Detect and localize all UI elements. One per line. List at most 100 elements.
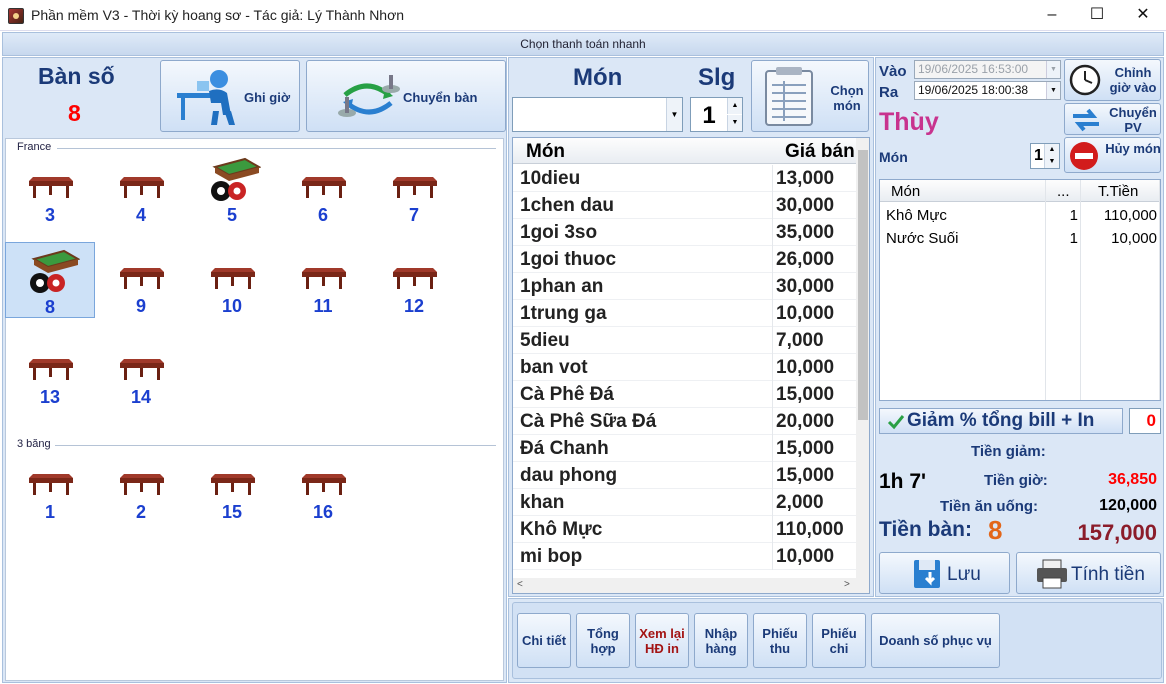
order-list[interactable]: Món ... T.Tiền Khô Mực 1 110,000 Nước Suối 1… [879,179,1161,401]
table-8[interactable]: 8 [5,242,95,318]
menu-row[interactable]: Đá Chanh 15,000 [513,435,856,462]
no-entry-icon [1070,142,1098,170]
menu-item-price: 13,000 [776,168,835,189]
table-3[interactable]: 3 [5,151,95,227]
table-14[interactable]: 14 [96,333,186,409]
item-qty-stepper[interactable]: 1 ▲ ▼ [1030,143,1060,169]
column-divider [772,300,773,327]
menu-row[interactable]: dau phong 15,000 [513,462,856,489]
time-in-label: Vào [879,63,907,80]
table-2[interactable]: 2 [96,448,186,524]
table-number: 12 [403,296,425,316]
save-button[interactable]: Lưu [879,552,1010,594]
menu-row[interactable]: mi bop 10,000 [513,543,856,570]
order-row[interactable]: Khô Mực 1 110,000 [880,203,1160,226]
time-charge-label: Tiền giờ: [984,472,1048,489]
menu-row[interactable]: 1phan an 30,000 [513,273,856,300]
table-number: 16 [312,502,334,522]
swap-arrows-icon [1073,108,1099,132]
app-icon [8,8,24,24]
column-divider [772,273,773,300]
scroll-left-icon[interactable]: < [517,579,523,590]
transfer-staff-button[interactable]: Chuyển PV [1064,103,1161,135]
table-1[interactable]: 1 [5,448,95,524]
time-in-field[interactable]: 19/06/2025 16:53:00 ▼ [914,60,1061,79]
payment-voucher-button[interactable]: Phiếu chi [812,613,866,668]
horizontal-scrollbar[interactable]: < > [513,578,869,593]
table-15[interactable]: 15 [187,448,277,524]
menu-row[interactable]: ban vot 10,000 [513,354,856,381]
table-16[interactable]: 16 [278,448,368,524]
maximize-button[interactable]: ☐ [1074,0,1120,31]
import-goods-button[interactable]: Nhập hàng [694,613,748,668]
choose-item-button[interactable]: Chọn món [751,60,869,132]
review-invoice-button[interactable]: Xem lại HĐ in [635,613,689,668]
table-number-label: Bàn số [38,63,115,89]
time-out-field[interactable]: 19/06/2025 18:00:38 ▼ [914,81,1061,100]
spin-down-icon[interactable]: ▼ [1044,156,1059,168]
cancel-item-button[interactable]: Hủy món [1064,137,1161,173]
adjust-time-in-button[interactable]: Chỉnh giờ vào [1064,59,1161,101]
pool-table-icon [120,474,164,495]
menu-row[interactable]: 1trung ga 10,000 [513,300,856,327]
table-9[interactable]: 9 [96,242,186,318]
checkout-label: Tính tiền [1071,564,1145,585]
scroll-right-icon[interactable]: > [844,579,850,590]
menu-row[interactable]: Cà Phê Sữa Đá 20,000 [513,408,856,435]
transfer-table-button[interactable]: Chuyển bàn [306,60,506,132]
summary-button[interactable]: Tổng hợp [576,613,630,668]
menu-row[interactable]: 5dieu 7,000 [513,327,856,354]
close-button[interactable]: ✕ [1120,0,1166,31]
choose-item-label: Chọn món [830,83,864,113]
spin-up-icon[interactable]: ▲ [1044,144,1059,156]
dropdown-arrow-icon[interactable]: ▼ [666,98,682,131]
table-number: 4 [135,205,146,225]
menu-row[interactable]: Cà Phê Đá 15,000 [513,381,856,408]
quick-pay-bar[interactable]: Chọn thanh toán nhanh [2,32,1164,56]
menu-header: Món Giá bán [513,138,856,164]
detail-button[interactable]: Chi tiết [517,613,571,668]
discount-percent-input[interactable]: 0 [1129,408,1161,434]
minimize-button[interactable]: – [1029,0,1075,31]
dropdown-arrow-icon[interactable]: ▼ [1046,82,1060,99]
column-divider [772,408,773,435]
table-5[interactable]: 5 [187,151,277,227]
menu-row[interactable]: 1goi thuoc 26,000 [513,246,856,273]
column-divider [772,219,773,246]
menu-item-name: ban vot [520,357,588,378]
item-select[interactable]: ▼ [512,97,683,132]
menu-row[interactable]: Khô Mực 110,000 [513,516,856,543]
column-divider [772,327,773,354]
printer-icon [1037,559,1067,589]
menu-list[interactable]: Món Giá bán 10dieu 13,000 1chen dau 30,000 1… [512,137,870,594]
order-row[interactable]: Nước Suối 1 10,000 [880,226,1160,249]
spin-down-icon[interactable]: ▼ [727,115,742,131]
table-4[interactable]: 4 [96,151,186,227]
discount-print-button[interactable]: Giảm % tổng bill + In [879,408,1123,434]
table-number-value: 8 [68,100,81,126]
staff-sales-button[interactable]: Doanh số phục vụ [871,613,1000,668]
spin-up-icon[interactable]: ▲ [727,98,742,114]
menu-row[interactable]: 1goi 3so 35,000 [513,219,856,246]
item-qty-value: 1 [1034,147,1043,164]
table-13[interactable]: 13 [5,333,95,409]
receipt-button[interactable]: Phiếu thu [753,613,807,668]
menu-row[interactable]: 10dieu 13,000 [513,165,856,192]
menu-row[interactable]: 1chen dau 30,000 [513,192,856,219]
pool-table-icon [120,177,164,198]
table-number: 15 [221,502,243,522]
table-11[interactable]: 11 [278,242,368,318]
table-6[interactable]: 6 [278,151,368,227]
dropdown-arrow-icon[interactable]: ▼ [1046,61,1060,78]
table-12[interactable]: 12 [369,242,459,318]
quantity-stepper[interactable]: 1 ▲ ▼ [690,97,743,132]
table-7[interactable]: 7 [369,151,459,227]
pool-table-icon [211,474,255,495]
scroll-thumb[interactable] [858,150,868,420]
checkout-button[interactable]: Tính tiền [1016,552,1161,594]
item-qty-label: Món [879,149,908,165]
table-10[interactable]: 10 [187,242,277,318]
menu-row[interactable]: khan 2,000 [513,489,856,516]
vertical-scrollbar[interactable] [856,138,869,578]
log-time-button[interactable]: Ghi giờ [160,60,300,132]
